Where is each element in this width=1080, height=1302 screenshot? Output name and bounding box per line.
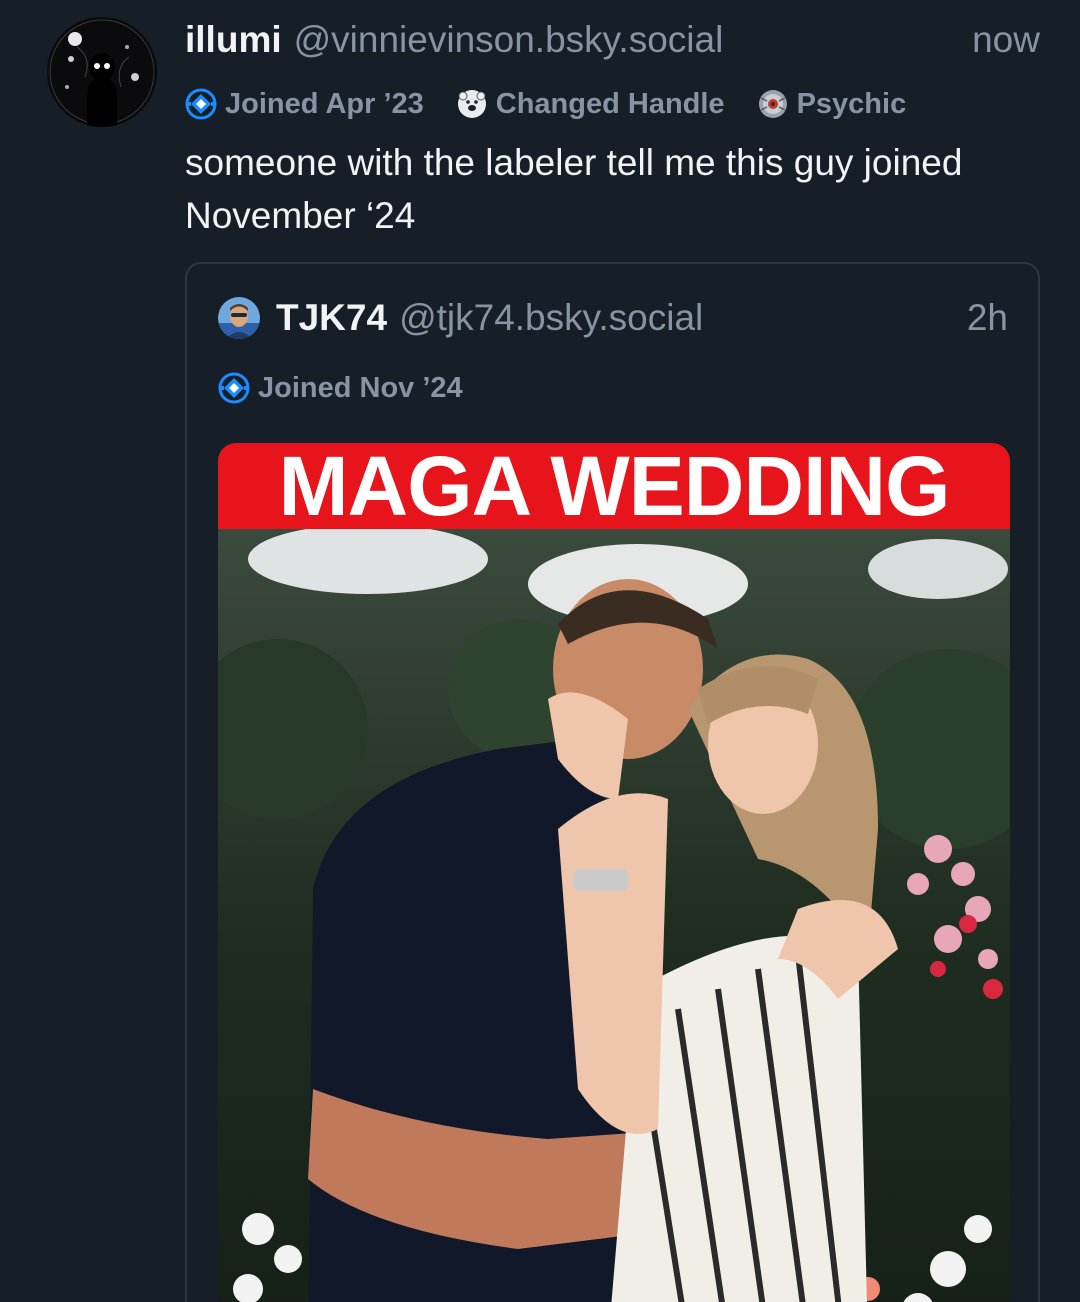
labeler-badge-icon <box>218 372 250 404</box>
image-banner: MAGA WEDDING <box>218 443 1010 529</box>
image-banner-text: MAGA WEDDING <box>278 443 951 533</box>
badge-joined[interactable]: Joined Nov ’24 <box>218 372 463 405</box>
badge-label: Joined Nov ’24 <box>258 371 463 404</box>
quoted-post-header: TJK74 @tjk74.bsky.social <box>276 296 703 340</box>
badge-joined[interactable]: Joined Apr ’23 <box>185 88 424 121</box>
quoted-post[interactable]: TJK74 @tjk74.bsky.social 2h Joined Nov ’… <box>185 262 1040 1302</box>
quoted-author-badges: Joined Nov ’24 <box>218 368 495 408</box>
badge-psychic[interactable]: Psychic <box>757 87 907 121</box>
couple-photo <box>218 529 1010 1302</box>
badge-changed-handle[interactable]: Changed Handle <box>456 88 725 121</box>
badge-label: Psychic <box>796 87 907 120</box>
polar-bear-badge-icon <box>457 90 486 118</box>
post-header: illumi @vinnievinson.bsky.social <box>185 18 723 62</box>
quoted-post-timestamp[interactable]: 2h <box>967 296 1008 340</box>
badge-label: Joined Apr ’23 <box>225 87 424 120</box>
quoted-post-image[interactable]: MAGA WEDDING <box>218 443 1010 1302</box>
badge-label: Changed Handle <box>495 87 725 120</box>
labeler-badge-icon <box>185 88 217 120</box>
author-display-name[interactable]: illumi <box>185 19 282 61</box>
post-text: someone with the labeler tell me this gu… <box>185 142 963 236</box>
post-timestamp[interactable]: now <box>972 18 1040 62</box>
author-avatar[interactable] <box>47 17 157 127</box>
quoted-author-display-name[interactable]: TJK74 <box>276 297 387 339</box>
shadow-figure-avatar-icon <box>47 17 157 127</box>
post[interactable]: illumi @vinnievinson.bsky.social now Joi… <box>0 0 1080 1302</box>
user-photo-avatar-icon <box>218 297 260 339</box>
quoted-author-avatar[interactable] <box>218 297 260 339</box>
psychic-badge-icon <box>758 90 787 118</box>
author-badges: Joined Apr ’23 Changed Handle Psychic <box>185 84 938 124</box>
author-handle[interactable]: @vinnievinson.bsky.social <box>294 19 724 61</box>
quoted-author-handle[interactable]: @tjk74.bsky.social <box>399 297 703 339</box>
